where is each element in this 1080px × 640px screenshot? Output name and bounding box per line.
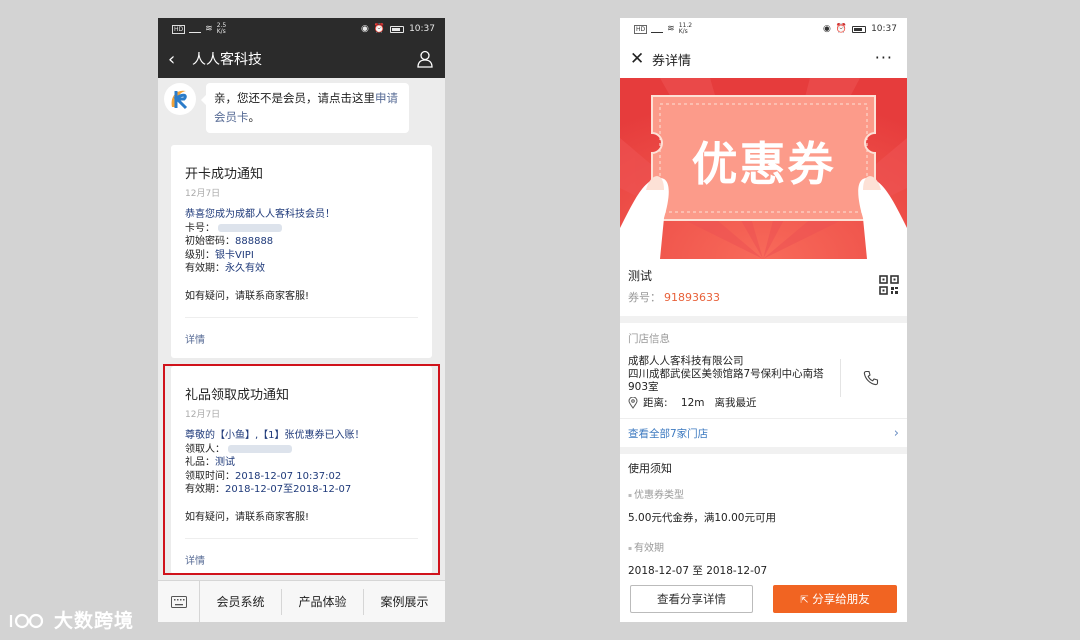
wechat-chat-screen: HD ≋ 2.5 K/s ◉ ⏰ 10:37 ‹ 人人客科技 亲，您还不是会员，…: [158, 18, 445, 622]
coupon-banner-text: 优惠券: [691, 137, 836, 191]
network-speed: 2.5 K/s: [216, 22, 227, 35]
divider: [840, 359, 841, 397]
menu-item-case-showcase[interactable]: 案例展示: [364, 589, 445, 615]
coupon-type-value: 5.00元代金券，满10.00元可用: [628, 512, 776, 524]
share-button-label: 分享给朋友: [812, 592, 870, 606]
usage-notes: 使用须知 优惠券类型 5.00元代金券，满10.00元可用 有效期 2018-1…: [620, 454, 907, 584]
card-date: 12月7日: [185, 189, 221, 199]
phone-icon[interactable]: [863, 370, 879, 386]
view-all-stores-label: 查看全部7家门店: [628, 427, 709, 440]
chevron-left-icon[interactable]: ‹: [168, 49, 190, 70]
store-info: 门店信息 成都人人客科技有限公司 四川成都武侯区美领馆路7号保利中心南塔903室…: [620, 323, 907, 419]
coupon-banner: 优惠券: [620, 78, 907, 259]
brand-logo-icon: [165, 84, 195, 114]
usage-title: 使用须知: [628, 462, 672, 475]
page-title: 券详情: [652, 53, 692, 69]
card-number-label: 卡号：: [185, 222, 215, 234]
alarm-icon: ⏰: [373, 24, 386, 34]
user-icon[interactable]: [417, 50, 433, 68]
view-share-details-button[interactable]: 查看分享详情: [630, 585, 753, 613]
keyboard-icon[interactable]: [158, 580, 200, 622]
store-section: 门店信息 成都人人客科技有限公司 四川成都武侯区美领馆路7号保利中心南塔903室…: [620, 323, 907, 447]
password-label: 初始密码：: [185, 236, 235, 247]
bubble-text: 亲，您还不是会员，请点击这里: [214, 91, 375, 105]
coupon-detail-screen: HD ≋ 11.2 K/s ◉ ⏰ 10:37 ✕ 券详情 ··· 优惠券 测试…: [620, 18, 907, 622]
coupon-name: 测试: [628, 269, 653, 283]
close-icon[interactable]: ✕: [630, 49, 652, 69]
blurred-card-number: [218, 223, 282, 232]
level-value: 银卡VIPI: [215, 249, 254, 261]
password-row: 初始密码：888888: [185, 235, 418, 249]
signal-icon: [189, 25, 202, 33]
eye-icon: ◉: [360, 24, 369, 34]
alarm-icon: ⏰: [835, 24, 848, 34]
card-number-row: 卡号：: [185, 222, 418, 236]
signal-icon: [651, 25, 664, 33]
coupon-info: 测试 券号： 91893633: [620, 259, 907, 316]
card-title: 开卡成功通知: [185, 167, 264, 182]
status-time: 10:37: [871, 24, 897, 34]
status-bar: HD ≋ 11.2 K/s ◉ ⏰ 10:37: [620, 18, 907, 40]
chevron-right-icon: ›: [893, 425, 899, 441]
validity-value: 永久有效: [225, 263, 265, 274]
coupon-type-label: 优惠券类型: [628, 486, 899, 501]
battery-icon: [390, 25, 405, 33]
level-label: 级别：: [185, 249, 215, 261]
location-pin-icon: [628, 396, 638, 409]
hd-signal-icon: HD: [172, 24, 186, 34]
card-greeting: 恭喜您成为成都人人客科技会员！: [185, 209, 335, 220]
watermark-text: 大数跨境: [54, 610, 135, 632]
details-link[interactable]: 详情: [185, 318, 418, 346]
more-icon[interactable]: ···: [875, 48, 893, 67]
menu-item-member-system[interactable]: 会员系统: [200, 588, 282, 615]
store-address: 四川成都武侯区美领馆路7号保利中心南塔903室: [628, 368, 824, 393]
share-to-friends-button[interactable]: ⇱ 分享给朋友: [773, 585, 897, 613]
store-distance-row: 距离: 12m 离我最近: [628, 395, 899, 410]
action-footer: 查看分享详情 ⇱ 分享给朋友: [620, 576, 907, 622]
card-opened-notification[interactable]: 开卡成功通知 12月7日 恭喜您成为成都人人客科技会员！ 卡号： 初始密码：88…: [171, 145, 432, 358]
hd-signal-icon: HD: [634, 24, 648, 34]
account-menu-bar: 会员系统 产品体验 案例展示: [158, 580, 445, 622]
chat-bubble: 亲，您还不是会员，请点击这里申请会员卡。: [201, 83, 409, 133]
eye-icon: ◉: [822, 24, 831, 34]
store-distance: 距离: 12m 离我最近: [643, 397, 757, 409]
watermark: 大数跨境: [8, 606, 134, 633]
store-name: 成都人人客科技有限公司: [628, 355, 744, 367]
bubble-text-end: 。: [248, 110, 261, 124]
menu-item-product-trial[interactable]: 产品体验: [282, 588, 364, 615]
wifi-icon: ≋: [667, 24, 675, 34]
validity-row: 有效期：永久有效: [185, 262, 418, 276]
watermark-logo-icon: [9, 613, 44, 628]
store-heading: 门店信息: [628, 333, 670, 345]
status-bar: HD ≋ 2.5 K/s ◉ ⏰ 10:37: [158, 18, 445, 40]
highlight-frame: [163, 364, 440, 575]
wifi-icon: ≋: [205, 24, 213, 34]
coupon-code-value: 91893633: [664, 291, 720, 304]
avatar[interactable]: [164, 83, 196, 115]
share-icon: ⇱: [800, 595, 809, 606]
password-value: 888888: [235, 236, 274, 247]
contact-text: 如有疑问，请联系商家客服!: [185, 290, 310, 302]
validity-label: 有效期: [628, 539, 899, 554]
validity-label: 有效期：: [185, 263, 225, 274]
page-header: ✕ 券详情 ···: [620, 40, 907, 78]
network-speed: 11.2 K/s: [678, 22, 693, 35]
battery-icon: [852, 25, 867, 33]
chat-title: 人人客科技: [192, 52, 262, 68]
level-row: 级别：银卡VIPI: [185, 249, 418, 263]
chat-header: ‹ 人人客科技: [158, 40, 445, 78]
status-time: 10:37: [409, 24, 435, 34]
coupon-code-row: 券号： 91893633: [628, 289, 899, 305]
view-all-stores-link[interactable]: 查看全部7家门店 ›: [620, 419, 907, 447]
qr-code-icon[interactable]: [879, 275, 899, 295]
coupon-code-label: 券号：: [628, 291, 661, 304]
membership-link-part1[interactable]: 申: [375, 91, 387, 105]
